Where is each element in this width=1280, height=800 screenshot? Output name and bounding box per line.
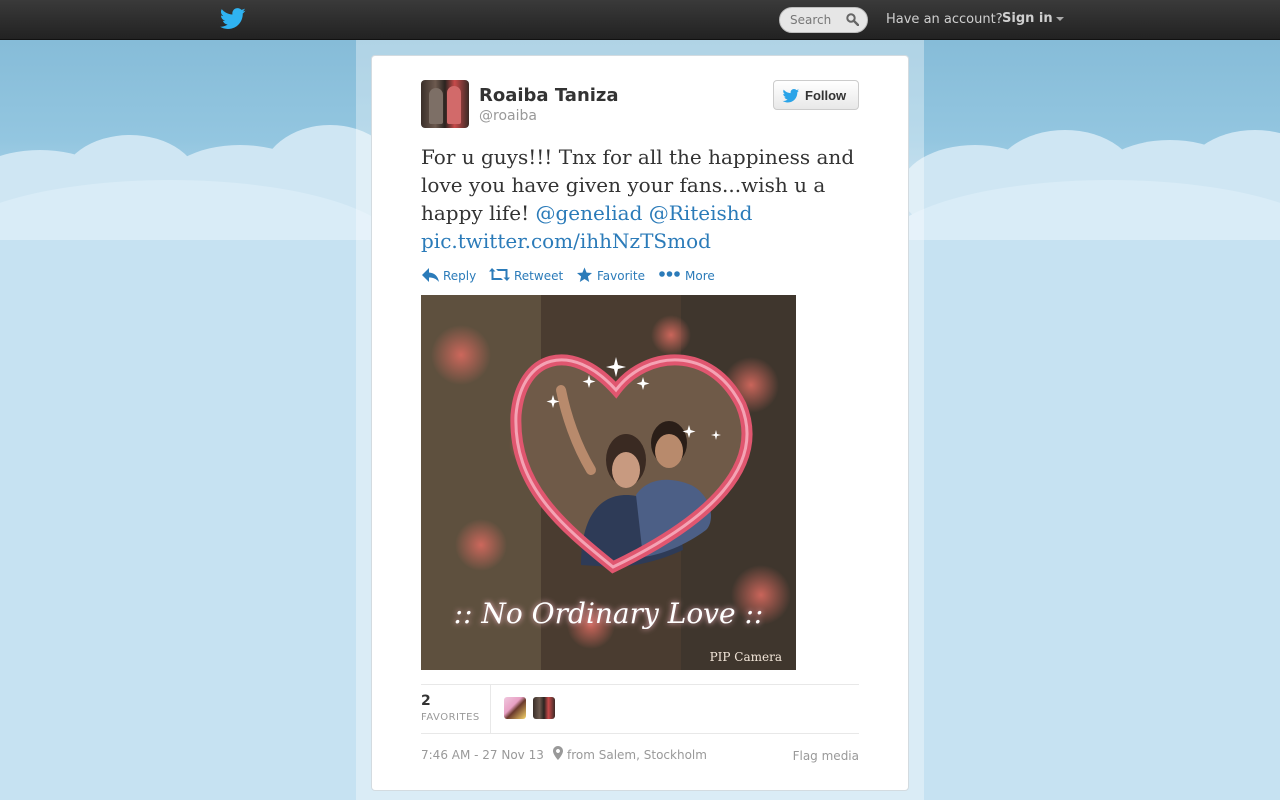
star-icon — [577, 267, 592, 282]
have-account-text: Have an account? — [886, 12, 1003, 27]
caret-down-icon — [1055, 16, 1064, 21]
follow-label: Follow — [805, 88, 847, 103]
user-avatar[interactable] — [421, 80, 469, 128]
photo-credit: PIP Camera — [709, 650, 782, 664]
location-text[interactable]: from Salem, Stockholm — [567, 748, 707, 762]
top-navigation-bar: Have an account? Sign in — [0, 0, 1280, 40]
stats-divider — [490, 685, 491, 733]
photo-caption: :: No Ordinary Love :: — [453, 597, 764, 630]
pic-link[interactable]: pic.twitter.com/ihhNzTSmod — [421, 229, 711, 253]
favorite-label: Favorite — [597, 269, 645, 283]
sign-in-label: Sign in — [1002, 11, 1053, 26]
reply-label: Reply — [443, 269, 477, 283]
retweet-icon — [489, 268, 510, 281]
user-full-name[interactable]: Roaiba Taniza — [479, 85, 619, 106]
sign-in-button[interactable]: Sign in — [1002, 11, 1064, 26]
search-field[interactable] — [779, 7, 868, 33]
more-dots-icon — [659, 271, 680, 277]
follow-button[interactable]: Follow — [773, 80, 859, 110]
search-input[interactable] — [790, 12, 848, 28]
magnifier-icon[interactable] — [846, 13, 859, 26]
tweet-stats: 2 FAVORITES — [421, 684, 859, 734]
mention-link-geneliad[interactable]: @geneliad — [536, 201, 643, 225]
location-pin-icon — [553, 746, 563, 760]
twitter-bird-icon — [782, 89, 800, 103]
favoriter-avatar[interactable] — [504, 697, 526, 719]
reply-arrow-icon — [422, 268, 439, 282]
favorites-label[interactable]: FAVORITES — [421, 712, 480, 723]
tweet-text: For u guys!!! Tnx for all the happiness … — [421, 143, 861, 255]
mention-link-riteishd[interactable]: @Riteishd — [649, 201, 753, 225]
tweet-photo[interactable]: :: No Ordinary Love :: PIP Camera — [421, 295, 796, 670]
favorites-count[interactable]: 2 — [421, 693, 431, 709]
tweet-timestamp[interactable]: 7:46 AM - 27 Nov 13 — [421, 748, 544, 762]
more-label: More — [685, 269, 715, 283]
twitter-bird-icon[interactable] — [220, 8, 246, 30]
retweet-label: Retweet — [514, 269, 564, 283]
favoriter-avatar[interactable] — [533, 697, 555, 719]
user-handle[interactable]: @roaiba — [479, 108, 537, 124]
flag-media-link[interactable]: Flag media — [793, 749, 859, 763]
